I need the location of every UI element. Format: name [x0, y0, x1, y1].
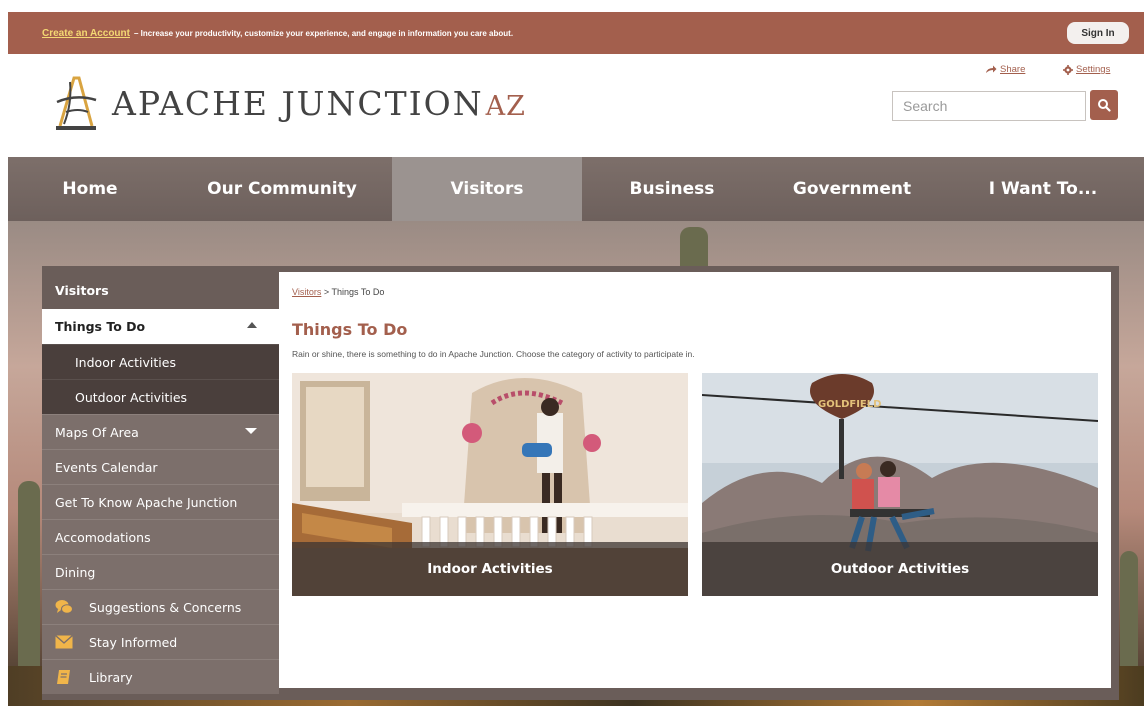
zipline-sign-text: GOLDFIELD	[818, 399, 881, 410]
share-link[interactable]: Share	[985, 64, 1025, 75]
gear-icon	[1063, 64, 1073, 75]
account-promo-text: – Increase your productivity, customize …	[133, 28, 514, 38]
site-logo-wordmark[interactable]: APACHE JUNCTIONAZ	[112, 84, 526, 123]
tile-caption: Indoor Activities	[292, 542, 688, 596]
sign-in-button[interactable]: Sign In	[1067, 22, 1129, 44]
sidebar-navigation: Visitors Things To Do Indoor Activities …	[42, 272, 279, 696]
share-label: Share	[1000, 64, 1026, 75]
main-content: Visitors > Things To Do Things To Do Rai…	[279, 272, 1111, 688]
announcement-bar: Create an Account – Increase your produc…	[8, 12, 1144, 54]
cactus-silhouette	[18, 481, 40, 681]
sidebar-item-label: Indoor Activities	[75, 354, 176, 370]
sidebar-item-label: Suggestions & Concerns	[89, 599, 242, 615]
sidebar-item-label: Maps Of Area	[55, 424, 139, 440]
sidebar-item-things-to-do[interactable]: Things To Do	[42, 309, 279, 344]
sidebar-item-label: Stay Informed	[89, 634, 178, 650]
settings-label: Settings	[1076, 64, 1111, 75]
share-arrow-icon	[986, 65, 997, 73]
sidebar-item-library[interactable]: Library	[42, 659, 279, 694]
sidebar-item-get-to-know[interactable]: Get To Know Apache Junction	[42, 484, 279, 519]
page-intro-text: Rain or shine, there is something to do …	[292, 349, 695, 359]
sidebar-item-label: Library	[89, 669, 133, 685]
breadcrumb-separator: >	[323, 287, 330, 297]
chat-bubbles-icon	[55, 599, 73, 615]
breadcrumb-current: Things To Do	[331, 287, 385, 297]
sidebar-heading[interactable]: Visitors	[42, 272, 279, 309]
nav-item-business[interactable]: Business	[582, 157, 762, 221]
search-input[interactable]: Search	[892, 91, 1086, 121]
main-navigation: Home Our Community Visitors Business Gov…	[8, 157, 1144, 221]
sidebar-item-stay-informed[interactable]: Stay Informed	[42, 624, 279, 659]
sidebar-item-suggestions[interactable]: Suggestions & Concerns	[42, 589, 279, 624]
sidebar-item-events-calendar[interactable]: Events Calendar	[42, 449, 279, 484]
breadcrumb: Visitors > Things To Do	[292, 287, 384, 297]
indoor-activities-tile[interactable]: Indoor Activities	[292, 373, 688, 596]
create-account-link[interactable]: Create an Account	[42, 28, 130, 39]
sidebar-item-label: Events Calendar	[55, 459, 158, 475]
site-header: APACHE JUNCTIONAZ Share Settings Search	[8, 54, 1144, 157]
cactus-silhouette	[1120, 551, 1138, 681]
breadcrumb-parent-link[interactable]: Visitors	[292, 287, 321, 297]
sidebar-item-label: Things To Do	[55, 319, 146, 334]
sidebar-item-label: Accomodations	[55, 529, 151, 545]
search-icon	[1098, 99, 1111, 112]
tile-caption: Outdoor Activities	[702, 542, 1098, 596]
caret-down-icon[interactable]	[245, 428, 257, 434]
sidebar-item-label: Dining	[55, 564, 96, 580]
envelope-icon	[55, 634, 73, 650]
sidebar-item-indoor-activities[interactable]: Indoor Activities	[42, 344, 279, 379]
nav-item-visitors[interactable]: Visitors	[392, 157, 582, 221]
outdoor-activities-tile[interactable]: GOLDFIELD Outdoor Activities	[702, 373, 1098, 596]
logo-suffix-text: AZ	[485, 91, 526, 122]
sidebar-item-label: Outdoor Activities	[75, 389, 188, 405]
settings-link[interactable]: Settings	[1063, 64, 1110, 75]
sidebar-item-label: Get To Know Apache Junction	[55, 494, 238, 510]
nav-item-home[interactable]: Home	[8, 157, 172, 221]
sidebar-item-dining[interactable]: Dining	[42, 554, 279, 589]
sidebar-item-accomodations[interactable]: Accomodations	[42, 519, 279, 554]
search-button[interactable]	[1090, 90, 1118, 120]
nav-item-government[interactable]: Government	[762, 157, 942, 221]
page-title: Things To Do	[292, 320, 408, 339]
logo-mark-icon[interactable]	[54, 74, 98, 134]
nav-item-i-want-to[interactable]: I Want To...	[942, 157, 1144, 221]
logo-main-text: APACHE JUNCTION	[112, 84, 484, 123]
caret-up-icon[interactable]	[247, 322, 257, 328]
sidebar-item-maps-of-area[interactable]: Maps Of Area	[42, 414, 279, 449]
book-icon	[55, 669, 73, 685]
nav-item-our-community[interactable]: Our Community	[172, 157, 392, 221]
sidebar-item-outdoor-activities[interactable]: Outdoor Activities	[42, 379, 279, 414]
